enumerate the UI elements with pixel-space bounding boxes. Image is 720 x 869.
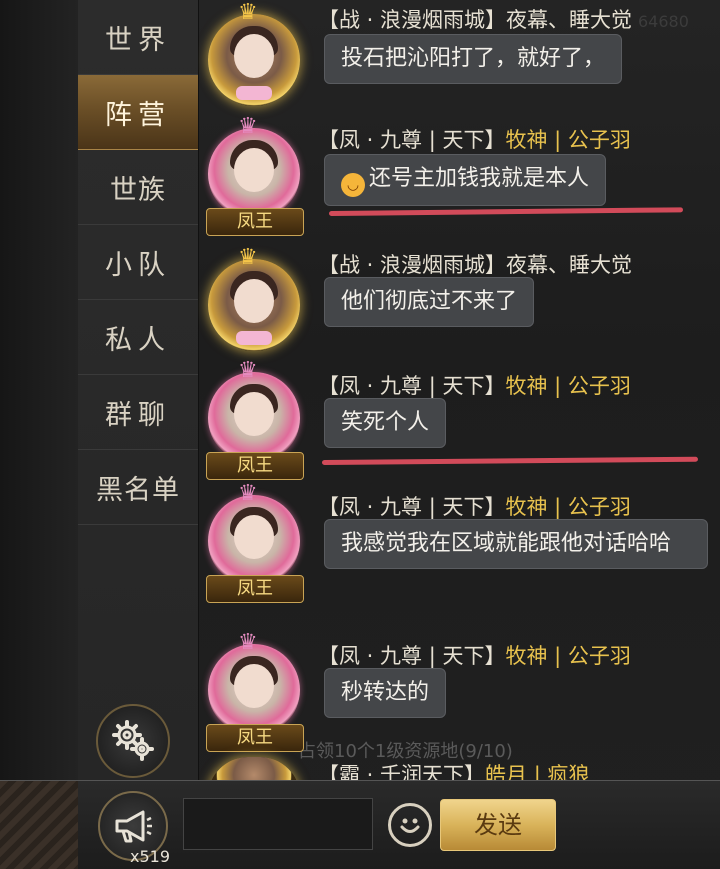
sender-nickname: 公子羽 — [567, 644, 631, 668]
sender-guild: 牧神 — [505, 128, 548, 152]
name-separator: | — [547, 644, 568, 668]
sender-guild: 牧神 — [505, 495, 548, 519]
left-backdrop — [0, 0, 78, 780]
avatar[interactable]: ♛ — [208, 245, 300, 351]
message-bubble[interactable]: 投石把沁阳打了，就好了， — [324, 34, 623, 84]
smiley-icon — [400, 818, 420, 833]
sender-name[interactable]: 【凤 · 九尊 | 天下】牧神 | 公子羽 — [318, 491, 631, 521]
sender-name[interactable]: 【凤 · 九尊 | 天下】牧神 | 公子羽 — [318, 124, 631, 154]
chat-window: 世界 阵营 世族 小队 私人 群聊 黑名单 64680 占领10个1级资源地(9… — [0, 0, 720, 869]
sender-nickname: 公子羽 — [567, 374, 631, 398]
red-underline-annotation — [328, 207, 684, 216]
message-list[interactable]: 64680 占领10个1级资源地(9/10) ♛ 【战 · 浪漫烟雨城】夜幕、睡… — [198, 0, 720, 780]
cake-icon — [236, 331, 272, 345]
smile-emoji-icon: ◡ — [341, 173, 365, 197]
rank-badge: 凤王 — [206, 575, 304, 603]
sender-name[interactable]: 【霸 · 千润天下】皓月 | 疯狼 — [318, 759, 589, 780]
cake-icon — [236, 86, 272, 100]
avatar[interactable] — [208, 757, 300, 780]
sender-name[interactable]: 【战 · 浪漫烟雨城】夜幕、睡大觉 — [318, 249, 632, 279]
message-bubble[interactable]: 他们彻底过不来了 — [324, 277, 535, 327]
crown-icon: ♛ — [238, 481, 258, 506]
rank-badge: 凤王 — [206, 724, 304, 752]
tab-blacklist[interactable]: 黑名单 — [78, 450, 198, 525]
avatar[interactable]: ♛ — [208, 0, 300, 106]
sender-name[interactable]: 【凤 · 九尊 | 天下】牧神 | 公子羽 — [318, 370, 631, 400]
settings-button[interactable] — [96, 704, 170, 778]
sender-nickname: 公子羽 — [567, 128, 631, 152]
message-bubble[interactable]: 我感觉我在区域就能跟他对话哈哈 — [324, 519, 708, 569]
channel-sidebar: 世界 阵营 世族 小队 私人 群聊 黑名单 — [78, 0, 199, 780]
name-separator: | — [547, 495, 568, 519]
input-bar: x519 发送 — [0, 780, 720, 869]
sender-tag: 【凤 · 九尊 | 天下】 — [318, 644, 506, 668]
sender-tag: 【凤 · 九尊 | 天下】 — [318, 128, 506, 152]
rank-badge: 凤王 — [206, 452, 304, 480]
name-separator: | — [527, 763, 548, 780]
horn-count: x519 — [130, 847, 171, 866]
message-bubble[interactable]: 笑死个人 — [324, 398, 447, 448]
sender-tag: 【凤 · 九尊 | 天下】 — [318, 374, 506, 398]
sender-tag: 【战 · 浪漫烟雨城】夜幕、睡大觉 — [318, 253, 633, 277]
tab-team[interactable]: 小队 — [78, 225, 198, 300]
sender-guild: 皓月 — [485, 763, 528, 780]
sender-tag: 【战 · 浪漫烟雨城】夜幕、睡大觉 — [318, 8, 633, 32]
sender-tag: 【凤 · 九尊 | 天下】 — [318, 495, 506, 519]
send-button[interactable]: 发送 — [440, 799, 556, 851]
sender-guild: 牧神 — [505, 644, 548, 668]
message-bubble[interactable]: ◡ 还号主加钱我就是本人 — [324, 154, 607, 206]
red-underline-annotation — [321, 456, 699, 465]
rank-badge: 凤王 — [206, 208, 304, 236]
avatar[interactable]: ♛ — [208, 630, 300, 736]
avatar[interactable]: ♛ — [208, 114, 300, 220]
sender-nickname: 疯狼 — [547, 763, 590, 780]
avatar[interactable]: ♛ — [208, 481, 300, 587]
tab-faction[interactable]: 阵营 — [78, 75, 198, 150]
tab-world[interactable]: 世界 — [78, 0, 198, 75]
sender-tag: 【霸 · 千润天下】 — [318, 763, 486, 780]
avatar[interactable]: ♛ — [208, 358, 300, 464]
crown-icon: ♛ — [238, 0, 258, 25]
tab-group-chat[interactable]: 群聊 — [78, 375, 198, 450]
crown-icon: ♛ — [238, 245, 258, 270]
sender-nickname: 公子羽 — [567, 495, 631, 519]
sender-name[interactable]: 【战 · 浪漫烟雨城】夜幕、睡大觉 — [318, 4, 632, 34]
sender-guild: 牧神 — [505, 374, 548, 398]
sender-name[interactable]: 【凤 · 九尊 | 天下】牧神 | 公子羽 — [318, 640, 631, 670]
crown-icon: ♛ — [238, 358, 258, 383]
chat-input[interactable] — [183, 798, 373, 850]
message-text: 还号主加钱我就是本人 — [369, 166, 590, 191]
background-number: 64680 — [638, 12, 689, 31]
message-bubble[interactable]: 秒转达的 — [324, 668, 447, 718]
emoji-button[interactable] — [388, 803, 432, 847]
tab-clan[interactable]: 世族 — [78, 150, 198, 225]
name-separator: | — [547, 374, 568, 398]
gear-icon — [112, 720, 154, 761]
tab-private[interactable]: 私人 — [78, 300, 198, 375]
crown-icon: ♛ — [238, 114, 258, 139]
crown-icon: ♛ — [238, 630, 258, 655]
megaphone-icon — [115, 810, 152, 843]
name-separator: | — [547, 128, 568, 152]
corner-artwork — [0, 781, 78, 869]
